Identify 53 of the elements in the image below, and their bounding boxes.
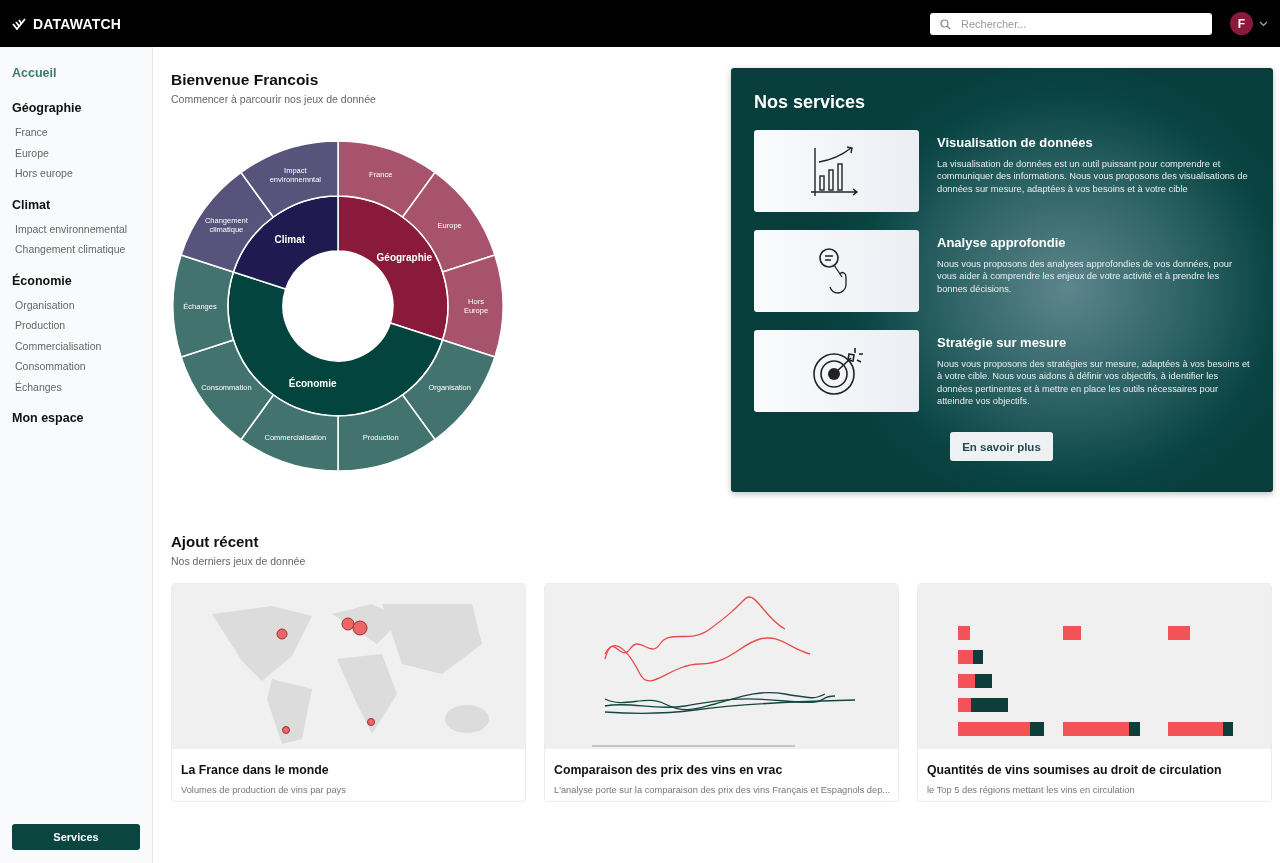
learn-more-button[interactable]: En savoir plus [950,432,1053,461]
sidebar-subitem[interactable]: Hors europe [12,163,140,184]
dataset-card[interactable]: Comparaison des prix des vins en vrac L'analyse porte sur la comparaison des prix des vins Français et Espagnols dep... [544,583,899,802]
sidebar-subitem[interactable]: Europe [12,142,140,163]
card-description: L'analyse porte sur la comparaison des prix des vins Français et Espagnols dep... [554,785,889,795]
service-title: Visualisation de données [937,135,1093,150]
services-title: Nos services [754,92,866,113]
sidebar-item[interactable]: Mon espace [12,411,140,425]
segment-label: Climat [274,234,306,246]
chevron-down-icon[interactable] [1259,20,1268,27]
outer-ring-segment[interactable] [337,140,436,218]
service-description: Nous vous proposons des analyses approfondies de vos données, pour vous aider à comprendre les enjeux de votre activité et à prendre les bonnes décisions. [937,258,1234,295]
dataset-card[interactable]: La France dans le monde Volumes de production de vins par pays [171,583,526,802]
segment-label: Économie [288,378,337,390]
card-title: Comparaison des prix des vins en vrac [554,763,783,777]
sidebar-subitem[interactable]: Commercialisation [12,335,140,356]
sidebar-subitem[interactable]: Production [12,315,140,336]
sidebar-subitem[interactable]: Organisation [12,294,140,315]
sidebar-item[interactable]: Géographie [12,101,140,115]
sidebar-item[interactable]: Économie [12,273,140,288]
card-description: le Top 5 des régions mettant les vins en circulation [927,785,1136,795]
sidebar-subitem[interactable]: Changement climatique [12,239,140,260]
service-title: Analyse approfondie [937,235,1066,250]
outer-ring-segment[interactable] [172,254,235,358]
card-description: Volumes de production de vins par pays [181,785,347,795]
outer-ring-segment[interactable] [401,339,496,441]
services-button[interactable]: Services [12,824,140,850]
sidebar-item[interactable]: Accueil [12,66,140,80]
sidebar-subitem[interactable]: Échanges [12,376,140,397]
service-title: Stratégie sur mesure [937,335,1067,350]
outer-ring-segment[interactable] [441,254,504,358]
avatar[interactable]: F [1230,12,1253,35]
sidebar-subitem[interactable]: France [12,122,140,143]
search-field[interactable]: Rechercher... [930,12,1212,35]
outer-ring-segment[interactable] [240,394,339,472]
outer-ring-segment[interactable] [240,140,339,218]
card-title: La France dans le monde [181,763,329,777]
outer-ring-segment[interactable] [337,394,436,472]
service-description: La visualisation de données est un outil puissant pour comprendre et communiquer des informations. Nous vous proposons des visualisations de données sur mesure, adaptées à vos besoins et à votre cible [937,158,1249,195]
card-title: Quantités de vins soumises au droit de circulation [927,763,1222,777]
welcome-subtitle: Commencer à parcourir nos jeux de donnée [171,93,377,105]
service-description: Nous vous proposons des stratégies sur mesure, adaptées à vos besoins et à votre cible. Nous vous aidons à définir vos objectifs, à identifier les données pertinentes et à mettre en place les outils nécessaires pour atteindre vos objectifs. [937,358,1250,408]
sidebar-subitem[interactable]: Consommation [12,356,140,377]
section-subtitle: Nos derniers jeux de donnée [171,555,307,567]
segment-label: Géographie [376,252,433,264]
search-icon [940,18,951,30]
sidebar-item[interactable]: Climat [12,197,140,212]
section-title: Ajout récent [171,533,259,550]
sidebar-subitem[interactable]: Impact environnemental [12,218,140,239]
welcome-title: Bienvenue Francois [171,71,319,89]
dataset-card[interactable]: Quantités de vins soumises au droit de circulation le Top 5 des régions mettant les vins en circulation [917,583,1272,802]
logo-icon [12,17,26,30]
brand-name: DATAWATCH [33,15,122,32]
